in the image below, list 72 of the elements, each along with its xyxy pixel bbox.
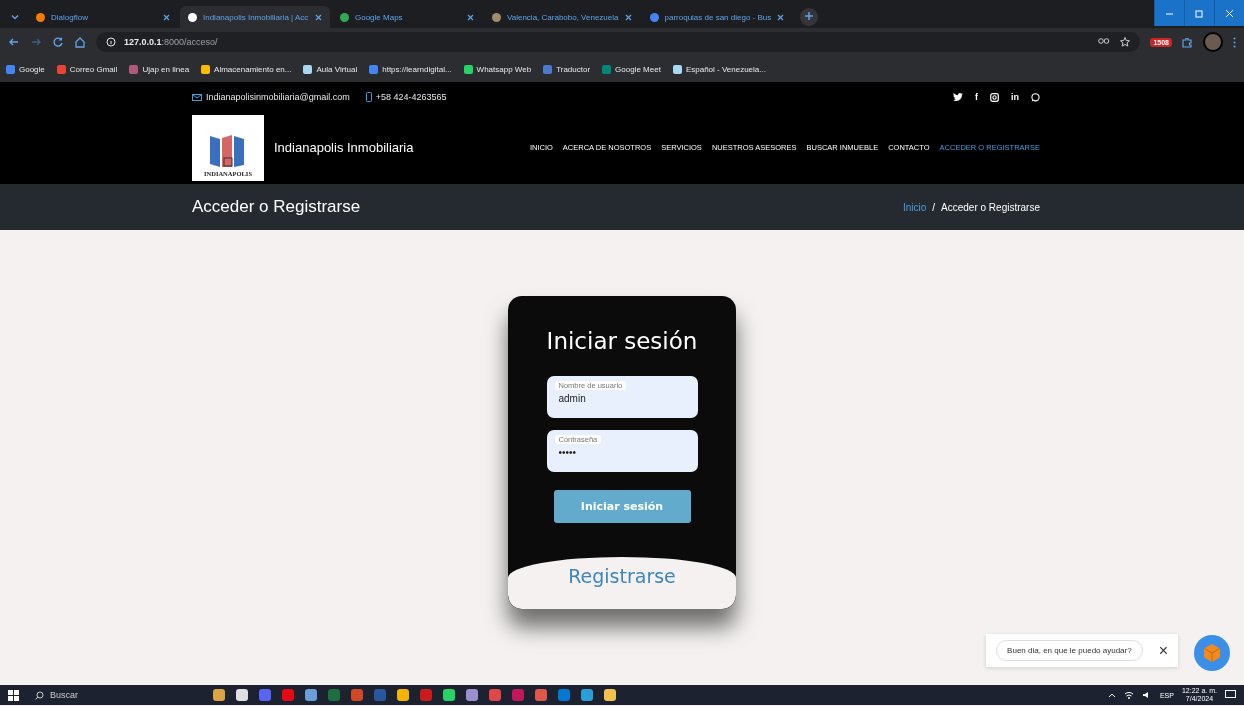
favicon-icon [649,12,659,22]
taskbar-app-icon[interactable] [397,689,409,701]
taskbar-app-icon[interactable] [443,689,455,701]
social-link[interactable]: in [1011,92,1019,102]
taskbar-app-icon[interactable] [604,689,616,701]
browser-tab[interactable]: Dialogflow [28,6,178,28]
browser-tab[interactable]: Valencia, Carabobo, Venezuela [484,6,640,28]
page-title: Acceder o Registrarse [192,197,361,217]
brand-name[interactable]: Indianapolis Inmobiliaria [274,140,414,155]
search-icon [35,690,44,700]
windows-icon[interactable] [8,689,19,701]
bookmark[interactable]: Whatsapp Web [463,64,532,74]
puzzle-icon[interactable] [1182,36,1193,48]
login-title: Iniciar sesión [546,328,698,354]
profile-avatar[interactable] [1203,32,1223,52]
bookmark[interactable]: Traductor [543,64,591,74]
bookmark[interactable]: Español - Venezuela... [672,64,766,74]
bookmark[interactable]: Aula Virtual [303,64,358,74]
taskbar-app-icon[interactable] [236,689,248,701]
new-tab-button[interactable] [800,8,819,26]
instagram-icon[interactable] [990,92,999,102]
contact-phone: +58 424-4263565 [375,92,447,102]
taskbar-app-icon[interactable] [535,689,547,701]
bookmark[interactable]: Correo Gmail [56,64,118,74]
address-bar[interactable]: 127.0.0.1:8000/acceso/ [96,32,1141,52]
plus-icon[interactable] [804,11,815,21]
close-icon[interactable] [467,13,474,21]
bookmark[interactable]: Google Meet [602,64,661,74]
contact-email: Indianapolisinmobiliaria@gmail.com [206,92,350,102]
favicon-icon [492,12,501,22]
chat-launcher-button[interactable] [1194,635,1230,671]
browser-tab[interactable]: Indianapolis Inmobiliaria | Acc [180,6,330,28]
favicon-icon [340,12,349,22]
bookmark[interactable]: https://learndigital... [369,64,452,74]
mail-icon [192,93,202,101]
breadcrumb-separator: / [932,201,936,213]
close-icon[interactable] [624,13,632,21]
notification-icon[interactable] [1225,690,1236,700]
taskbar-search[interactable]: Buscar [27,685,165,705]
reload-icon[interactable] [52,36,64,48]
back-icon[interactable] [8,36,20,48]
star-icon[interactable] [1120,37,1131,47]
twitter-icon[interactable] [953,92,963,102]
chat-close-button[interactable]: × [1158,641,1168,660]
breadcrumb-current: Acceder o Registrarse [941,201,1040,213]
taskbar-app-icon[interactable] [581,689,593,701]
browser-tab[interactable]: Google Maps [332,6,482,28]
favicon-icon [36,12,45,22]
browser-tab[interactable]: parroquias de san diego - Bus [641,6,793,28]
close-icon[interactable] [777,13,785,21]
taskbar-app-icon[interactable] [466,689,478,701]
tab-search-icon[interactable] [10,12,20,22]
favicon-icon [188,12,197,22]
wifi-icon[interactable] [1123,691,1134,699]
close-icon[interactable] [163,13,170,21]
info-icon[interactable] [106,37,116,47]
chevron-up-icon[interactable] [1107,692,1116,698]
taskbar-app-icon[interactable] [213,689,225,701]
close-icon[interactable] [315,13,322,21]
bookmark[interactable]: Ujap en linea [129,64,190,74]
bookmark[interactable]: Google [6,64,45,74]
register-button[interactable]: Registrarse [508,557,736,609]
bookmark[interactable]: Almacenamiento en... [201,64,292,74]
restore-button[interactable] [1184,0,1214,26]
social-link[interactable]: f [975,92,978,102]
taskbar-app-icon[interactable] [305,689,317,701]
home-icon[interactable] [74,36,86,48]
whatsapp-icon[interactable] [1031,92,1040,102]
restore-icon[interactable] [1195,8,1204,18]
breadcrumb-link[interactable]: Inicio [902,201,927,213]
menu-icon[interactable] [1233,36,1236,48]
phone-icon [365,92,372,102]
